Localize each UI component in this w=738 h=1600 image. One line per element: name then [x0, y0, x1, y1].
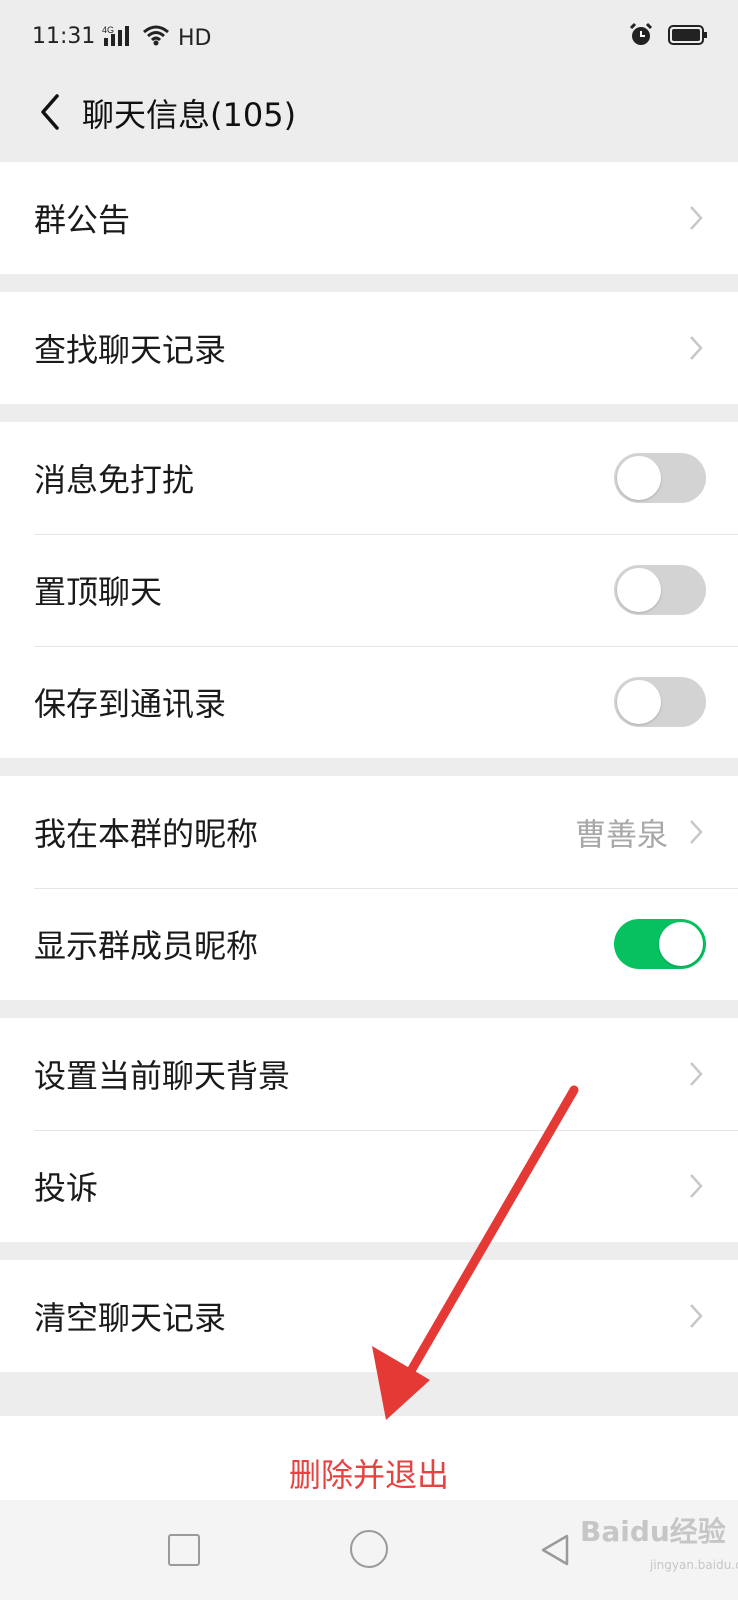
wifi-icon [142, 24, 170, 52]
show-nickname-toggle[interactable] [614, 919, 706, 969]
chevron-right-icon [690, 336, 703, 360]
system-nav-bar: Baidu经验 jingyan.baidu.com [0, 1500, 738, 1600]
group-toggles: 消息免打扰 置顶聊天 保存到通讯录 [0, 422, 738, 758]
save-contacts-label: 保存到通讯录 [34, 685, 227, 723]
group-search: 查找聊天记录 [0, 292, 738, 404]
toggle-knob [617, 456, 661, 500]
signal-icon: 4G [102, 24, 134, 52]
chat-background-cell[interactable]: 设置当前聊天背景 [0, 1018, 738, 1130]
save-contacts-toggle[interactable] [614, 677, 706, 727]
status-bar: 11:31 4G HD [0, 0, 738, 72]
clear-history-cell[interactable]: 清空聊天记录 [0, 1260, 738, 1372]
delete-and-exit-button[interactable]: 删除并退出 [0, 1416, 738, 1500]
toggle-knob [617, 680, 661, 724]
chat-background-label: 设置当前聊天背景 [34, 1057, 291, 1095]
pin-label: 置顶聊天 [34, 573, 163, 611]
show-nickname-label: 显示群成员昵称 [34, 927, 259, 965]
delete-and-exit-label: 删除并退出 [288, 1456, 449, 1494]
back-button[interactable] [24, 86, 76, 138]
pin-toggle[interactable] [614, 565, 706, 615]
my-nickname-value: 曹善泉 [575, 817, 668, 854]
show-nickname-cell: 显示群成员昵称 [0, 888, 738, 1000]
search-history-cell[interactable]: 查找聊天记录 [0, 292, 738, 404]
baidu-watermark: Baidu经验 [580, 1515, 726, 1548]
pin-cell: 置顶聊天 [0, 534, 738, 646]
group-clear: 清空聊天记录 [0, 1260, 738, 1372]
network-type: 4G [102, 25, 114, 35]
chevron-right-icon [690, 1304, 703, 1328]
chevron-right-icon [690, 206, 703, 230]
mute-cell: 消息免打扰 [0, 422, 738, 534]
page-title: 聊天信息(105) [82, 96, 297, 134]
recent-apps-button[interactable] [168, 1534, 200, 1566]
announcement-cell[interactable]: 群公告 [0, 162, 738, 274]
group-nickname: 我在本群的昵称 曹善泉 显示群成员昵称 [0, 776, 738, 1000]
complain-cell[interactable]: 投诉 [0, 1130, 738, 1242]
hd-label: HD [178, 25, 212, 51]
group-misc: 设置当前聊天背景 投诉 [0, 1018, 738, 1242]
my-nickname-cell[interactable]: 我在本群的昵称 曹善泉 [0, 776, 738, 888]
search-history-label: 查找聊天记录 [34, 331, 227, 369]
mute-toggle[interactable] [614, 453, 706, 503]
save-contacts-cell: 保存到通讯录 [0, 646, 738, 758]
announcement-label: 群公告 [34, 201, 131, 239]
nav-bar: 聊天信息(105) [0, 72, 738, 154]
home-button[interactable] [350, 1530, 388, 1568]
chevron-right-icon [690, 1062, 703, 1086]
complain-label: 投诉 [34, 1169, 99, 1207]
clear-history-label: 清空聊天记录 [34, 1299, 227, 1337]
chevron-right-icon [690, 1174, 703, 1198]
battery-icon [668, 24, 708, 52]
toggle-knob [659, 922, 703, 966]
mute-label: 消息免打扰 [34, 461, 195, 499]
my-nickname-label: 我在本群的昵称 [34, 815, 259, 853]
baidu-watermark-url: jingyan.baidu.com [650, 1558, 738, 1572]
toggle-knob [617, 568, 661, 612]
alarm-icon [628, 22, 654, 54]
system-back-icon[interactable] [535, 1530, 575, 1570]
back-arrow-icon [41, 94, 59, 130]
chevron-right-icon [690, 820, 703, 844]
group-announcement: 群公告 [0, 162, 738, 274]
status-time: 11:31 [32, 24, 96, 49]
